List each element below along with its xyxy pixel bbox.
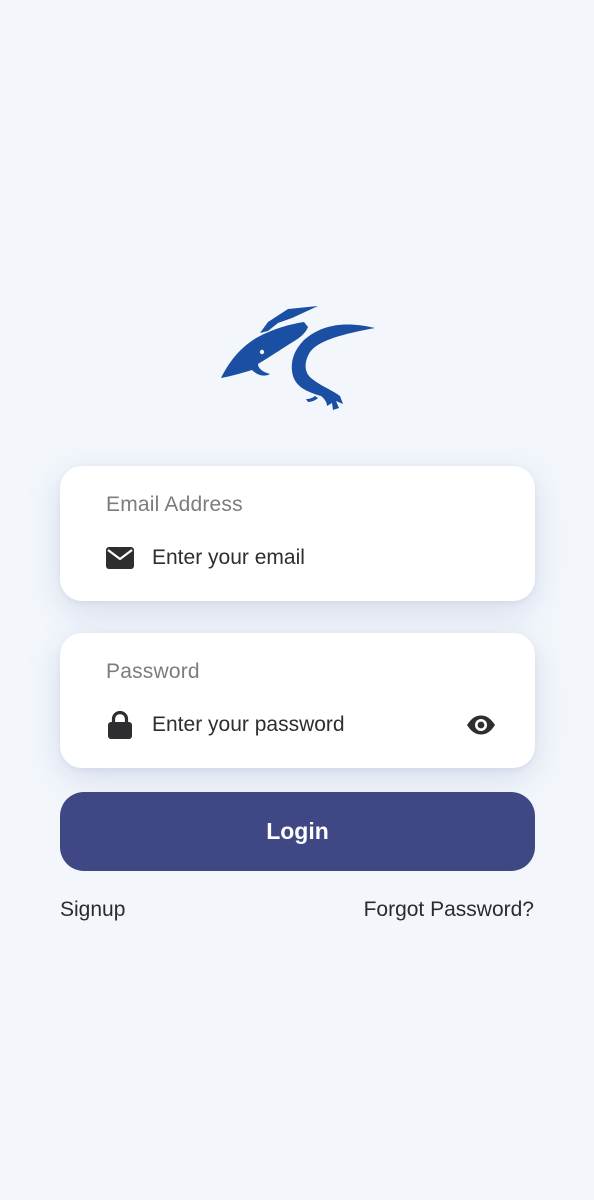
email-label: Email Address: [106, 493, 243, 516]
pterodactyl-logo: [221, 306, 375, 410]
logo-eye: [259, 349, 265, 355]
password-input[interactable]: [152, 709, 452, 741]
email-card: Email Address: [60, 466, 535, 601]
logo-body: [291, 324, 375, 410]
email-input[interactable]: [152, 542, 452, 574]
eye-icon[interactable]: [465, 710, 497, 740]
login-button[interactable]: Login: [60, 792, 535, 871]
lock-icon: [106, 711, 134, 739]
forgot-password-link[interactable]: Forgot Password?: [364, 898, 534, 922]
login-screen: Email Address Password Login Signup: [0, 0, 594, 1200]
signup-link[interactable]: Signup: [60, 898, 125, 922]
password-card: Password: [60, 633, 535, 768]
password-label: Password: [106, 660, 200, 683]
envelope-icon: [106, 544, 134, 572]
logo-claw: [306, 396, 318, 402]
